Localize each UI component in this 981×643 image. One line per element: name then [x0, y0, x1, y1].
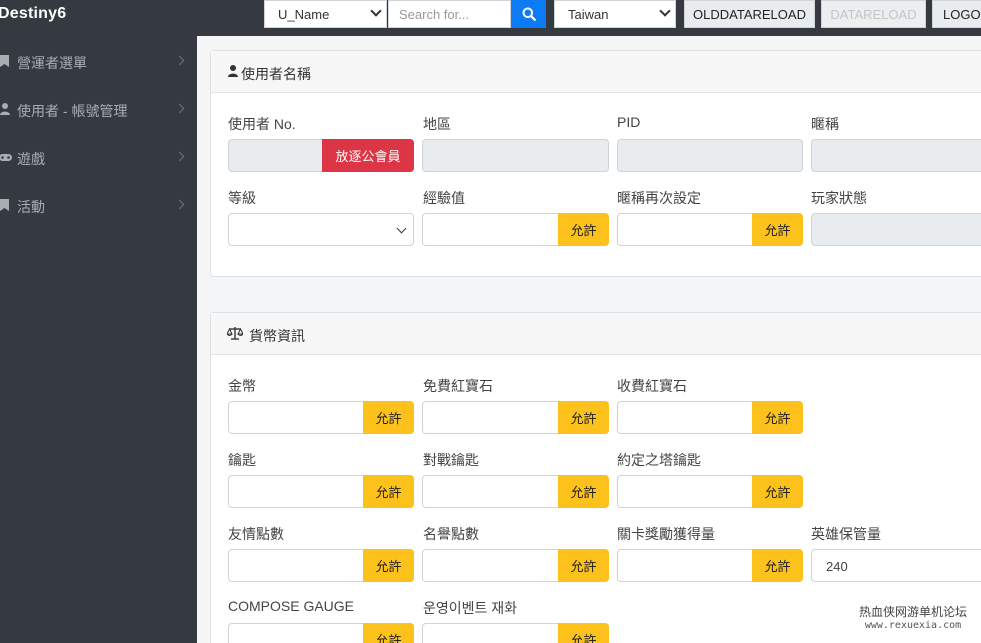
user-icon	[228, 65, 238, 77]
bookmark-icon	[0, 55, 9, 67]
sidebar-item-user-account[interactable]: 使用者 - 帳號管理	[0, 98, 197, 122]
sidebar-item-game[interactable]: 遊戲	[0, 146, 197, 170]
sidebar-item-label: 使用者 - 帳號管理	[17, 103, 128, 119]
free-ruby-allow-button[interactable]: 允許	[558, 401, 609, 434]
nickname-label: 暱稱	[811, 116, 839, 132]
search-field-select[interactable]: U_Name	[264, 0, 387, 28]
compose-gauge-allow-button[interactable]: 允許	[363, 623, 414, 643]
sidebar: 營運者選單 使用者 - 帳號管理 遊戲 活動	[0, 36, 197, 643]
battle-key-input[interactable]: 允許	[422, 475, 609, 508]
tower-key-input[interactable]: 允許	[617, 475, 803, 508]
player-status-field[interactable]	[811, 213, 981, 246]
gold-label: 金幣	[228, 378, 256, 394]
region-field[interactable]	[422, 139, 609, 172]
stage-reward-input[interactable]: 允許	[617, 549, 803, 582]
olddatareload-button[interactable]: OLDDATARELOAD	[684, 0, 815, 28]
key-label: 鑰匙	[228, 452, 256, 468]
sidebar-item-label: 活動	[17, 199, 45, 215]
region-label: 地區	[423, 116, 451, 132]
event-currency-input[interactable]: 允許	[422, 623, 609, 643]
currency-card-title: 貨幣資訊	[249, 328, 305, 344]
stage-reward-label: 關卡獎勵獲得量	[617, 526, 715, 542]
nickname-reset-label: 暱稱再次設定	[617, 190, 701, 206]
user-no-label: 使用者 No.	[228, 116, 296, 132]
watermark: 热血侠网游单机论坛 www.rexuexia.com	[848, 605, 978, 633]
pid-field[interactable]	[617, 139, 803, 172]
search-field-select-value: U_Name	[278, 7, 330, 22]
paid-ruby-input[interactable]: 允許	[617, 401, 803, 434]
key-input[interactable]: 允許	[228, 475, 414, 508]
kick-guild-member-button[interactable]: 放逐公會員	[322, 139, 414, 172]
free-ruby-input[interactable]: 允許	[422, 401, 609, 434]
sidebar-item-operator-menu[interactable]: 營運者選單	[0, 50, 197, 74]
search-input[interactable]: Search for...	[388, 0, 511, 28]
hero-storage-input[interactable]: 240	[811, 549, 981, 582]
event-currency-label: 운영이벤트 재화	[423, 600, 518, 616]
battle-key-allow-button[interactable]: 允許	[558, 475, 609, 508]
datareload-button[interactable]: DATARELOAD	[821, 0, 926, 28]
user-icon	[0, 103, 10, 115]
friend-points-label: 友情點數	[228, 526, 284, 542]
tower-key-label: 約定之塔鑰匙	[617, 452, 701, 468]
gold-input[interactable]: 允許	[228, 401, 414, 434]
exp-label: 經驗值	[423, 190, 465, 206]
balance-scale-icon	[227, 327, 243, 340]
event-currency-allow-button[interactable]: 允許	[558, 623, 609, 643]
battle-key-label: 對戰鑰匙	[423, 452, 479, 468]
chevron-right-icon	[174, 55, 185, 66]
hero-storage-value: 240	[826, 559, 848, 574]
paid-ruby-label: 收費紅寶石	[617, 378, 687, 394]
friend-points-input[interactable]: 允許	[228, 549, 414, 582]
chevron-down-icon	[370, 5, 382, 17]
player-status-label: 玩家狀態	[811, 190, 867, 206]
logout-button[interactable]: LOGOUT	[932, 0, 981, 28]
sidebar-item-events[interactable]: 活動	[0, 194, 197, 218]
friend-points-allow-button[interactable]: 允許	[363, 549, 414, 582]
chevron-right-icon	[174, 199, 185, 210]
level-label: 等級	[228, 190, 256, 206]
sidebar-item-label: 遊戲	[17, 151, 45, 167]
compose-gauge-input[interactable]: 允許	[228, 623, 414, 643]
chevron-down-icon	[396, 223, 407, 234]
hero-storage-label: 英雄保管量	[811, 526, 881, 542]
region-select-value: Taiwan	[568, 7, 609, 22]
main-content: 使用者名稱 使用者 No. 地區 PID 暱稱 放逐公會員 等級 經驗值 暱稱再…	[197, 36, 981, 643]
top-navbar: Destiny6 U_Name Search for... Taiwan OLD…	[0, 0, 981, 36]
bookmark-icon	[0, 199, 9, 211]
currency-card-header: 貨幣資訊	[211, 313, 981, 355]
chevron-right-icon	[174, 103, 185, 114]
fame-points-input[interactable]: 允許	[422, 549, 609, 582]
chevron-down-icon	[659, 5, 671, 17]
key-allow-button[interactable]: 允許	[363, 475, 414, 508]
nickname-reset-input[interactable]: 允許	[617, 213, 803, 246]
gold-allow-button[interactable]: 允許	[363, 401, 414, 434]
brand-title[interactable]: Destiny6	[0, 5, 66, 23]
nickname-reset-allow-button[interactable]: 允許	[752, 213, 803, 246]
pid-label: PID	[617, 114, 641, 130]
search-button[interactable]	[511, 0, 546, 28]
user-info-card: 使用者名稱 使用者 No. 地區 PID 暱稱 放逐公會員 等級 經驗值 暱稱再…	[210, 50, 981, 277]
watermark-line2: www.rexuexia.com	[864, 620, 962, 631]
fame-points-allow-button[interactable]: 允許	[558, 549, 609, 582]
compose-gauge-label: COMPOSE GAUGE	[228, 598, 355, 614]
gamepad-icon	[0, 154, 12, 161]
chevron-right-icon	[174, 151, 185, 162]
user-card-header: 使用者名稱	[211, 51, 981, 93]
region-select[interactable]: Taiwan	[554, 0, 676, 28]
search-icon	[522, 7, 536, 21]
exp-allow-button[interactable]: 允許	[558, 213, 609, 246]
stage-reward-allow-button[interactable]: 允許	[752, 549, 803, 582]
fame-points-label: 名譽點數	[423, 526, 479, 542]
sidebar-item-label: 營運者選單	[17, 55, 87, 71]
nickname-field[interactable]	[811, 139, 981, 172]
exp-input[interactable]: 允許	[422, 213, 609, 246]
watermark-line1: 热血侠网游单机论坛	[858, 605, 967, 619]
level-select[interactable]	[228, 213, 414, 246]
tower-key-allow-button[interactable]: 允許	[752, 475, 803, 508]
free-ruby-label: 免費紅寶石	[423, 378, 493, 394]
paid-ruby-allow-button[interactable]: 允許	[752, 401, 803, 434]
user-card-title: 使用者名稱	[241, 66, 311, 82]
currency-info-card: 貨幣資訊 金幣 免費紅寶石 收費紅寶石 允許 允許 允許 鑰匙 對戰鑰匙 約定之…	[210, 312, 981, 643]
user-no-field[interactable]: 放逐公會員	[228, 139, 414, 172]
